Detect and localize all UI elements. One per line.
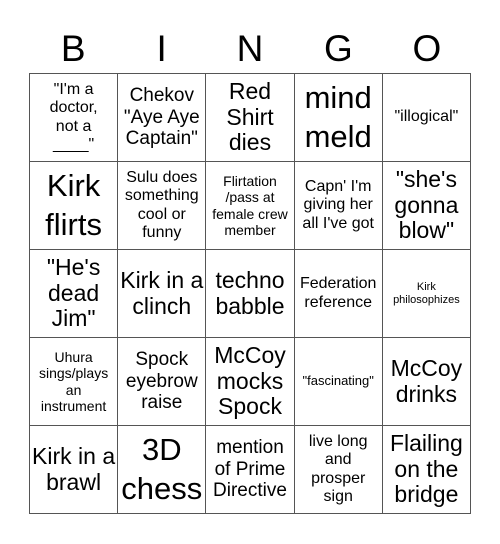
bingo-cell[interactable]: Federation reference xyxy=(294,250,383,338)
bingo-cell[interactable]: Flirtation /pass at female crew member xyxy=(206,162,295,250)
bingo-cell[interactable]: Capn' I'm giving her all I've got xyxy=(294,162,383,250)
bingo-cell[interactable]: Uhura sings/plays an instrument xyxy=(30,338,119,426)
header-letter-n: N xyxy=(236,28,264,69)
header-letter-o: O xyxy=(412,28,442,69)
header-letter-g: G xyxy=(324,28,353,69)
bingo-cell[interactable]: Sulu does something cool or funny xyxy=(118,162,207,250)
bingo-cell[interactable]: mind meld xyxy=(294,74,383,162)
bingo-cell[interactable]: live long and prosper sign xyxy=(294,426,383,514)
bingo-cell[interactable]: techno babble xyxy=(206,250,295,338)
bingo-cell[interactable]: McCoy drinks xyxy=(382,338,471,426)
bingo-cell[interactable]: "I'm a doctor, not a ____" xyxy=(30,74,119,162)
header-letter-b: B xyxy=(60,28,86,69)
bingo-cell[interactable]: "illogical" xyxy=(382,74,471,162)
bingo-cell[interactable]: 3D chess xyxy=(118,426,207,514)
bingo-header: B I N G O xyxy=(29,26,471,72)
bingo-cell[interactable]: "fascinating" xyxy=(294,338,383,426)
bingo-cell[interactable]: Kirk flirts xyxy=(30,162,119,250)
bingo-cell[interactable]: "He's dead Jim" xyxy=(30,250,119,338)
bingo-cell[interactable]: Flailing on the bridge xyxy=(382,426,471,514)
header-letter-i: I xyxy=(156,28,167,69)
bingo-cell[interactable]: "she's gonna blow" xyxy=(382,162,471,250)
bingo-cell[interactable]: Spock eyebrow raise xyxy=(118,338,207,426)
bingo-board: "I'm a doctor, not a ____" Chekov "Aye A… xyxy=(29,73,471,514)
bingo-cell[interactable]: McCoy mocks Spock xyxy=(206,338,295,426)
bingo-cell[interactable]: Red Shirt dies xyxy=(206,74,295,162)
bingo-cell[interactable]: Kirk in a brawl xyxy=(30,426,119,514)
bingo-cell[interactable]: Chekov "Aye Aye Captain" xyxy=(118,74,207,162)
bingo-cell[interactable]: Kirk in a clinch xyxy=(118,250,207,338)
bingo-cell[interactable]: mention of Prime Directive xyxy=(206,426,295,514)
bingo-cell[interactable]: Kirk philosophizes xyxy=(382,250,471,338)
